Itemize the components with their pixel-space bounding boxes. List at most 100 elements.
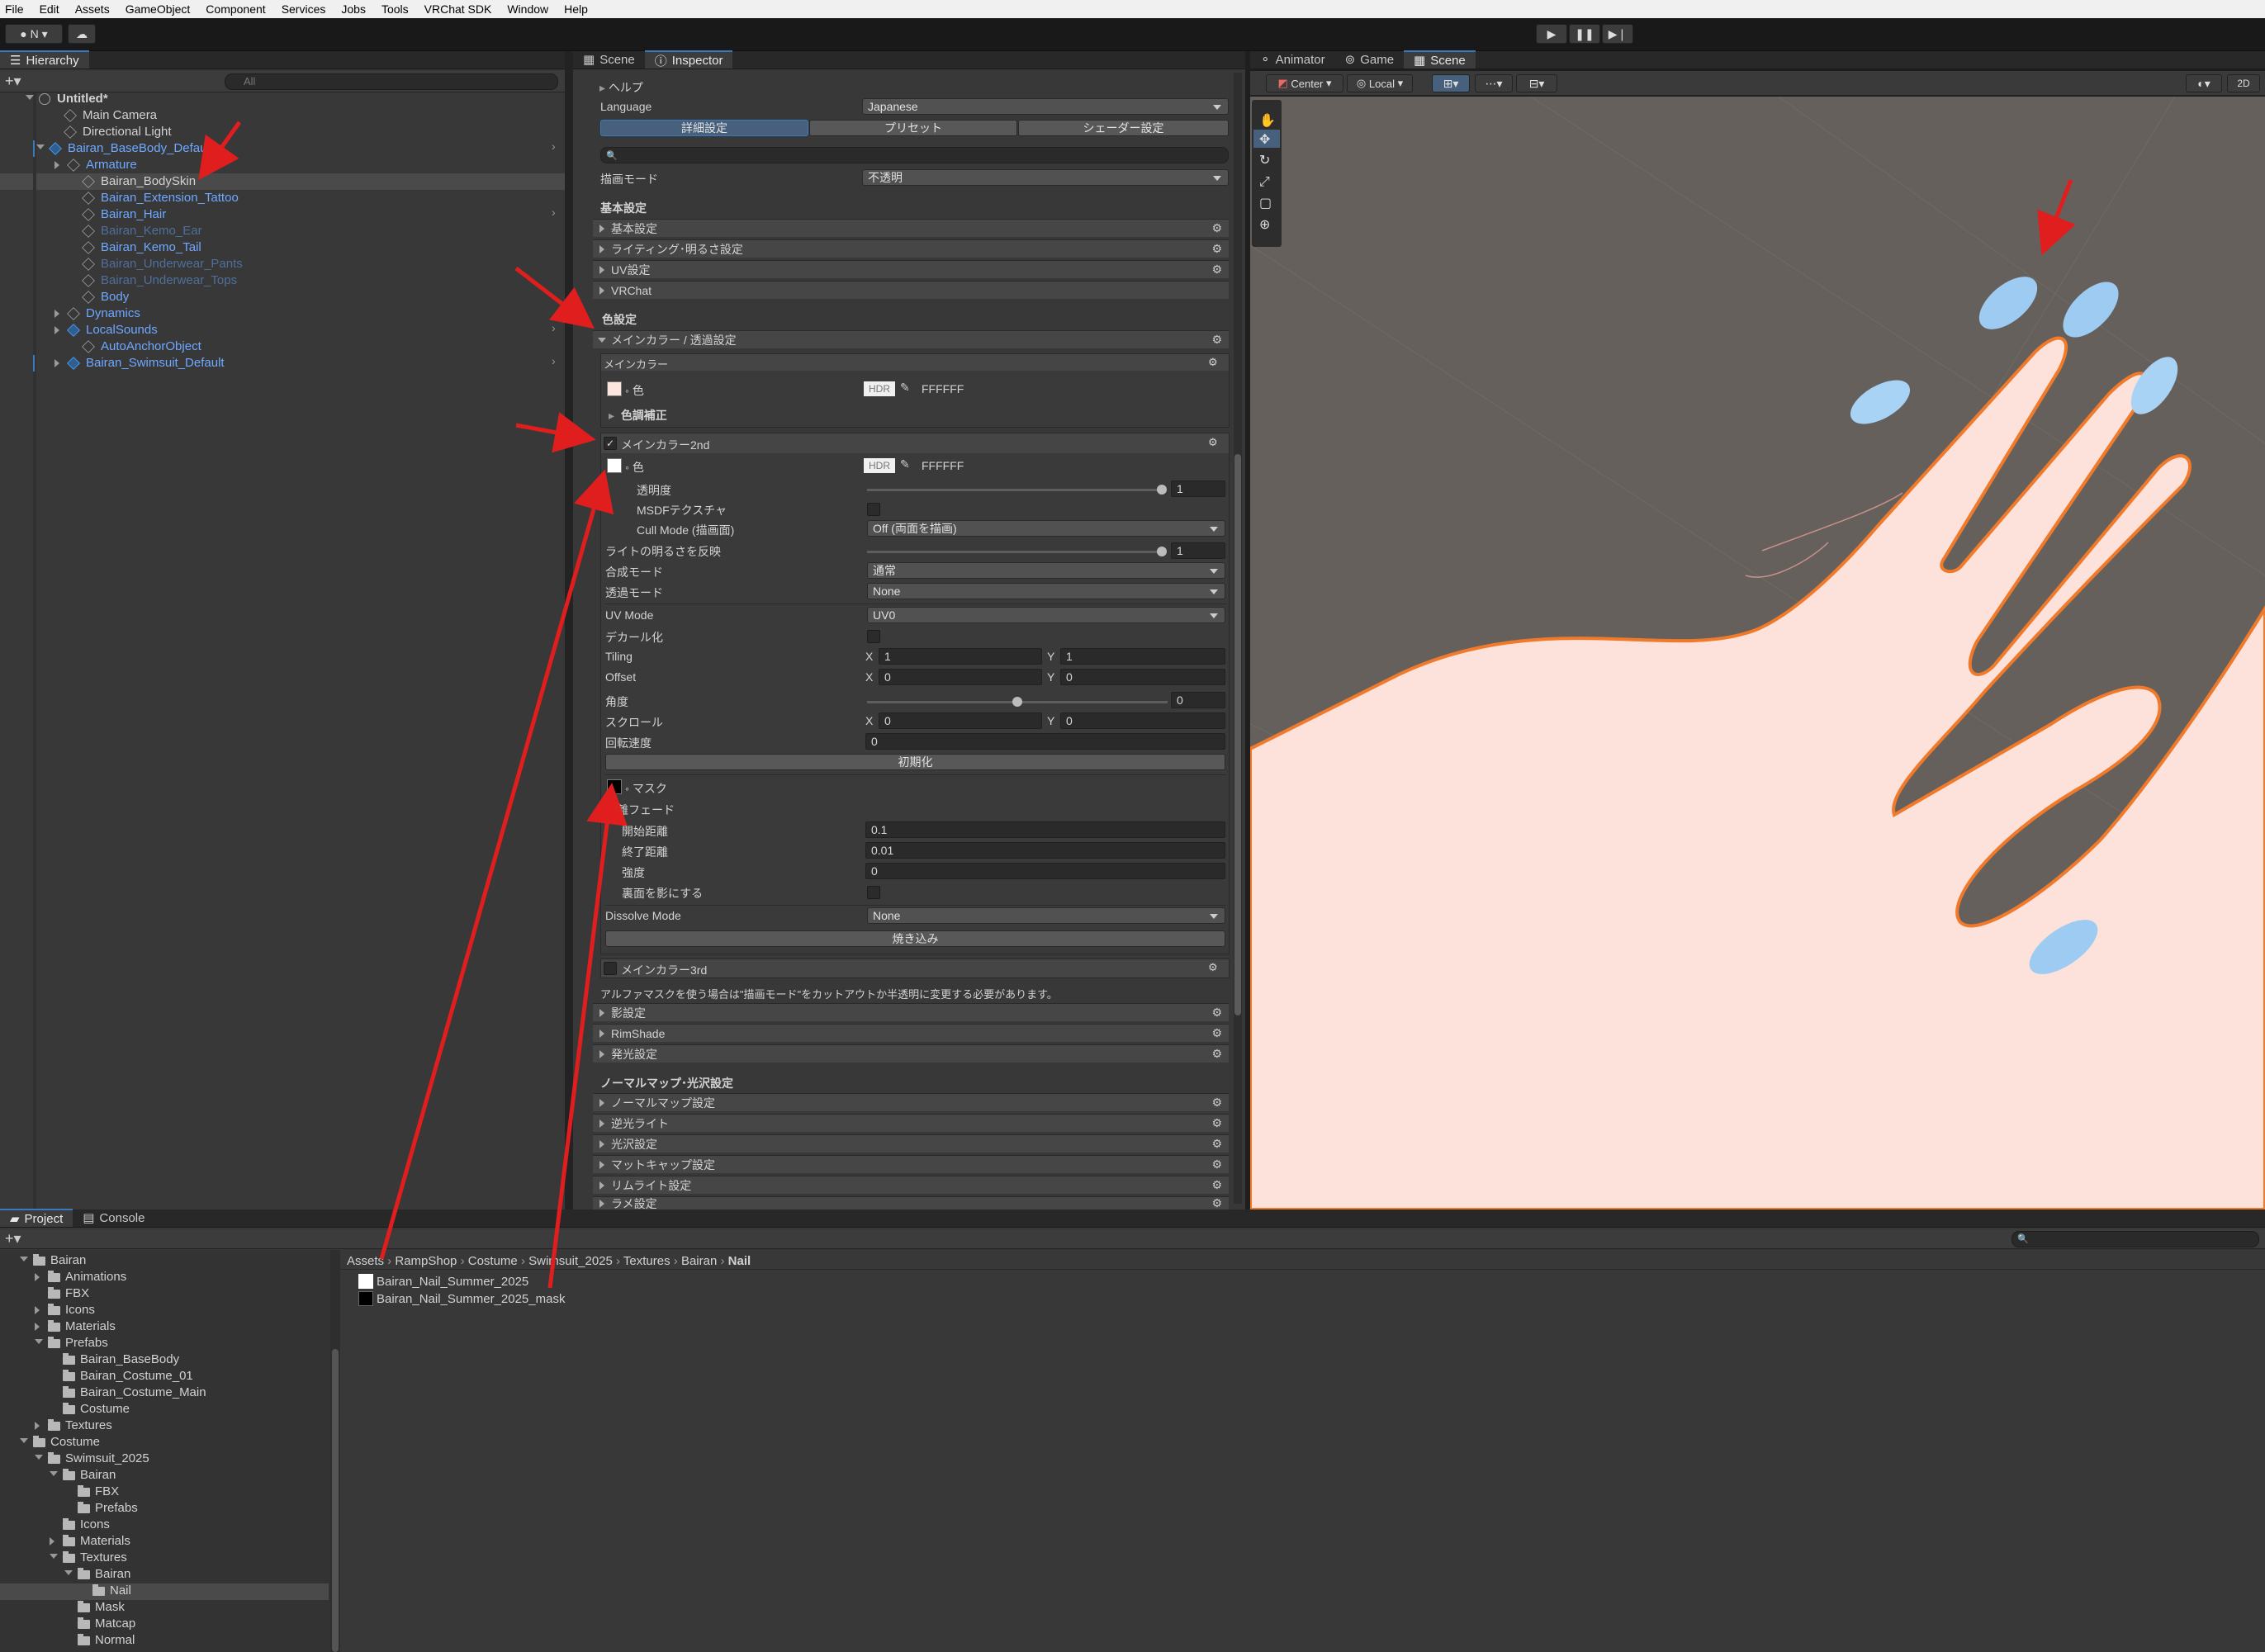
folder-item[interactable]: Swimsuit_2025 — [35, 1451, 149, 1465]
hierarchy-item[interactable]: Untitled* — [26, 92, 108, 106]
menu-edit[interactable]: Edit — [40, 2, 59, 16]
hand-tool-icon[interactable]: ✋ — [1259, 112, 1276, 128]
folder-item[interactable]: Prefabs — [35, 1336, 108, 1350]
tiling-y-input[interactable]: 1 — [1060, 648, 1225, 665]
section-matcap[interactable]: マットキャップ設定 ⚙ — [593, 1155, 1229, 1173]
menu-component[interactable]: Component — [206, 2, 265, 16]
menu-window[interactable]: Window — [507, 2, 548, 16]
gear-icon[interactable]: ⚙ — [1211, 1116, 1222, 1130]
hierarchy-item[interactable]: Bairan_Underwear_Tops — [82, 273, 237, 287]
hierarchy-search-input[interactable]: All — [225, 73, 558, 90]
opacity-slider-knob[interactable] — [1157, 485, 1167, 495]
tab-scene-left[interactable]: ▦ Scene — [573, 50, 645, 69]
alpha-mode-dropdown[interactable]: None — [867, 583, 1225, 599]
folder-item[interactable]: Mask — [78, 1600, 125, 1614]
mask-texture-swatch[interactable] — [607, 779, 622, 794]
gear-icon[interactable]: ⚙ — [1211, 1096, 1222, 1110]
cloud-button[interactable]: ☁ — [68, 24, 96, 44]
help-foldout[interactable]: ▸ ヘルプ — [599, 79, 643, 96]
space-dropdown[interactable]: ◎ Local ▾ — [1347, 74, 1413, 92]
gear-icon[interactable]: ⚙ — [1211, 1047, 1222, 1061]
folder-item[interactable]: Costume — [63, 1402, 130, 1416]
folder-item[interactable]: Materials — [50, 1534, 130, 1548]
section-vrchat[interactable]: VRChat — [593, 281, 1229, 299]
folder-item[interactable]: Bairan_Costume_Main — [63, 1385, 206, 1399]
increment-snap-button[interactable]: ⊟▾ — [1516, 74, 1557, 92]
breadcrumb-item[interactable]: Bairan — [681, 1254, 717, 1268]
gear-icon[interactable]: ⚙ — [1211, 1178, 1222, 1192]
chevron-right-icon[interactable] — [54, 161, 59, 169]
chevron-down-icon[interactable] — [50, 1554, 58, 1559]
main-color-hdr-field[interactable]: HDR — [864, 381, 895, 396]
section-emission[interactable]: 発光設定 ⚙ — [593, 1044, 1229, 1063]
grid-visibility-button[interactable]: ⋯▾ — [1475, 74, 1513, 92]
tab-animator[interactable]: ⚬ Animator — [1250, 50, 1335, 69]
folder-item[interactable]: Bairan — [64, 1567, 130, 1581]
menu-file[interactable]: File — [5, 2, 24, 16]
chevron-right-icon[interactable] — [35, 1422, 40, 1430]
chevron-right-icon[interactable] — [54, 310, 59, 318]
cull-mode-dropdown[interactable]: Off (両面を描画) — [867, 520, 1225, 537]
section-main-color[interactable]: メインカラー / 透過設定 ⚙ — [593, 330, 1229, 348]
tab-console[interactable]: ▤ Console — [73, 1209, 154, 1227]
menu-jobs[interactable]: Jobs — [341, 2, 366, 16]
folder-item[interactable]: Icons — [63, 1517, 110, 1531]
backface-shadow-checkbox[interactable] — [867, 886, 880, 899]
folder-item[interactable]: FBX — [78, 1484, 119, 1498]
language-dropdown[interactable]: Japanese — [862, 98, 1229, 115]
gear-icon[interactable]: ⚙ — [1211, 1026, 1222, 1040]
panel-divider[interactable] — [565, 51, 573, 1209]
chevron-right-icon[interactable] — [50, 1537, 54, 1545]
section-normal-map[interactable]: ノーマルマップ設定 ⚙ — [593, 1093, 1229, 1111]
section-backlight[interactable]: 逆光ライト ⚙ — [593, 1114, 1229, 1132]
angle-slider-knob[interactable] — [1012, 697, 1022, 707]
gear-icon[interactable]: ⚙ — [1211, 1006, 1222, 1020]
hierarchy-item[interactable]: Bairan_Swimsuit_Default — [54, 356, 225, 370]
chevron-down-icon[interactable] — [35, 1339, 43, 1344]
menu-vrchat-sdk[interactable]: VRChat SDK — [424, 2, 492, 16]
chevron-down-icon[interactable] — [50, 1471, 58, 1476]
hierarchy-item[interactable]: Bairan_Hair — [82, 207, 166, 221]
decal-checkbox[interactable] — [867, 630, 880, 643]
tab-inspector[interactable]: ⓘ Inspector — [644, 50, 733, 69]
tone-correction-foldout[interactable]: ▸ 色調補正 — [609, 407, 667, 424]
breadcrumb-item[interactable]: Nail — [728, 1254, 751, 1268]
hierarchy-item[interactable]: LocalSounds — [54, 323, 158, 337]
hierarchy-item[interactable]: Bairan_Extension_Tattoo — [82, 191, 239, 205]
light-reflect-slider[interactable] — [867, 551, 1164, 553]
section-rimlight[interactable]: リムライト設定 ⚙ — [593, 1176, 1229, 1194]
breadcrumb-item[interactable]: Assets — [347, 1254, 384, 1268]
create-asset-button[interactable]: +▾ — [5, 1230, 21, 1247]
gear-icon[interactable]: ⚙ — [1208, 436, 1218, 449]
hierarchy-item[interactable]: Bairan_Kemo_Ear — [82, 224, 202, 238]
grid-snap-button[interactable]: ⊞▾ — [1432, 74, 1470, 92]
hierarchy-item[interactable]: Bairan_Kemo_Tail — [82, 240, 201, 254]
main-color-hex[interactable]: FFFFFF — [922, 382, 964, 395]
section-glitter[interactable]: ラメ設定 ⚙ — [593, 1196, 1229, 1209]
breadcrumb-item[interactable]: RampShop — [395, 1254, 457, 1268]
tab-scene[interactable]: ▦ Scene — [1404, 50, 1476, 69]
scene-viewport[interactable]: ✋ ✥ ↻ ⤢ ▢ ⊕ — [1250, 97, 2265, 1209]
gear-icon[interactable]: ⚙ — [1211, 1157, 1222, 1172]
chevron-right-icon[interactable] — [35, 1273, 40, 1281]
strength-input[interactable]: 0 — [865, 863, 1225, 879]
hierarchy-item[interactable]: Main Camera — [64, 108, 157, 122]
hierarchy-item[interactable]: Bairan_Underwear_Pants — [82, 257, 243, 271]
offset-y-input[interactable]: 0 — [1060, 669, 1225, 685]
eyedropper-icon[interactable]: ✎ — [900, 381, 910, 395]
folder-tree-scroll-thumb[interactable] — [332, 1349, 339, 1652]
section-lighting[interactable]: ライティング･明るさ設定 ⚙ — [593, 239, 1229, 258]
shading-mode-button[interactable]: ◐▾ — [2186, 74, 2222, 92]
section-rimshade[interactable]: RimShade ⚙ — [593, 1024, 1229, 1042]
main2-color-hex[interactable]: FFFFFF — [922, 459, 964, 472]
folder-item[interactable]: Nail — [92, 1583, 131, 1598]
opacity-input[interactable]: 1 — [1171, 480, 1225, 497]
eyedropper-icon[interactable]: ✎ — [900, 457, 910, 471]
tab-shader-settings[interactable]: シェーダー設定 — [1018, 120, 1229, 136]
hierarchy-item[interactable]: Body — [82, 290, 129, 304]
chevron-right-icon[interactable]: › — [552, 140, 556, 153]
chevron-right-icon[interactable] — [54, 359, 59, 367]
asset-file[interactable]: Bairan_Nail_Summer_2025_mask — [377, 1292, 565, 1306]
chevron-right-icon[interactable] — [54, 326, 59, 334]
scroll-x-input[interactable]: 0 — [879, 712, 1042, 729]
